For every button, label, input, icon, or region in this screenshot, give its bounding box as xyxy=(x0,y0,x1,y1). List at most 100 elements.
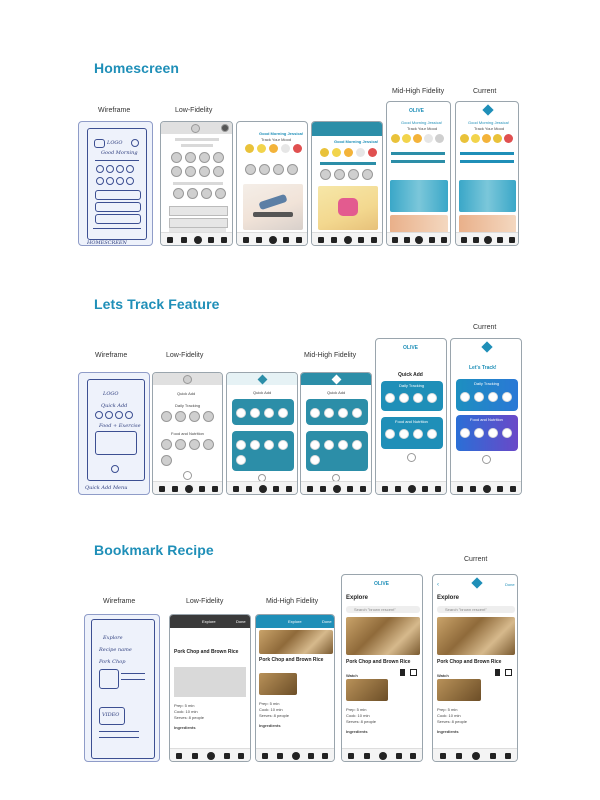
food-option-icon[interactable] xyxy=(502,428,512,438)
explore-tab-icon[interactable] xyxy=(396,753,402,759)
home-tab-icon[interactable] xyxy=(243,237,249,243)
done-button[interactable]: Done xyxy=(236,619,246,624)
tracking-option-icon[interactable] xyxy=(264,408,274,418)
activity-icon[interactable] xyxy=(362,169,373,180)
mood-face-icon[interactable] xyxy=(293,144,302,153)
tracking-option-icon[interactable] xyxy=(310,408,320,418)
home-tab-icon[interactable] xyxy=(167,237,173,243)
stats-tab-icon[interactable] xyxy=(395,486,401,492)
profile-tab-icon[interactable] xyxy=(221,237,227,243)
profile-tab-icon[interactable] xyxy=(510,486,516,492)
tracking-option-icon[interactable] xyxy=(338,408,348,418)
tracking-option-icon[interactable] xyxy=(189,411,200,422)
stats-tab-icon[interactable] xyxy=(364,753,370,759)
add-tab-icon[interactable] xyxy=(259,485,267,493)
home-tab-icon[interactable] xyxy=(382,486,388,492)
food-option-icon[interactable] xyxy=(352,440,362,450)
add-tab-icon[interactable] xyxy=(269,236,277,244)
mood-face-icon[interactable] xyxy=(344,148,353,157)
mood-face-icon[interactable] xyxy=(245,144,254,153)
mood-face-icon[interactable] xyxy=(281,144,290,153)
stats-tab-icon[interactable] xyxy=(192,753,198,759)
food-option-icon[interactable] xyxy=(203,439,214,450)
add-tab-icon[interactable] xyxy=(333,485,341,493)
stats-tab-icon[interactable] xyxy=(456,753,462,759)
home-tab-icon[interactable] xyxy=(262,753,268,759)
explore-tab-icon[interactable] xyxy=(283,237,289,243)
profile-tab-icon[interactable] xyxy=(441,237,447,243)
activity-icon[interactable] xyxy=(259,164,270,175)
mood-face-icon[interactable] xyxy=(257,144,266,153)
explore-tab-icon[interactable] xyxy=(224,753,230,759)
add-tab-icon[interactable] xyxy=(415,236,423,244)
tracking-option-icon[interactable] xyxy=(324,408,334,418)
explore-tab-icon[interactable] xyxy=(422,486,428,492)
tracking-option-icon[interactable] xyxy=(460,392,470,402)
stats-tab-icon[interactable] xyxy=(246,486,252,492)
share-icon[interactable] xyxy=(410,669,417,676)
done-button[interactable]: Done xyxy=(322,619,332,624)
profile-tab-icon[interactable] xyxy=(212,486,218,492)
home-tab-icon[interactable] xyxy=(440,753,446,759)
home-tab-icon[interactable] xyxy=(307,486,313,492)
activity-icon[interactable] xyxy=(320,169,331,180)
food-option-icon[interactable] xyxy=(310,440,320,450)
stats-tab-icon[interactable] xyxy=(470,486,476,492)
tracking-option-icon[interactable] xyxy=(413,393,423,403)
mood-face-icon[interactable] xyxy=(332,148,341,157)
explore-tab-icon[interactable] xyxy=(308,753,314,759)
video-placeholder[interactable] xyxy=(174,667,246,697)
activity-icon[interactable] xyxy=(245,164,256,175)
activity-icon[interactable] xyxy=(273,164,284,175)
stats-tab-icon[interactable] xyxy=(320,486,326,492)
mood-face-icon[interactable] xyxy=(402,134,411,143)
tracking-option-icon[interactable] xyxy=(474,392,484,402)
stats-tab-icon[interactable] xyxy=(181,237,187,243)
tracking-option-icon[interactable] xyxy=(488,392,498,402)
profile-tab-icon[interactable] xyxy=(371,237,377,243)
profile-tab-icon[interactable] xyxy=(435,486,441,492)
tracking-option-icon[interactable] xyxy=(278,408,288,418)
mood-face-icon[interactable] xyxy=(368,148,377,157)
tracking-option-icon[interactable] xyxy=(175,411,186,422)
stats-tab-icon[interactable] xyxy=(172,486,178,492)
explore-tab-icon[interactable] xyxy=(429,237,435,243)
explore-tab-icon[interactable] xyxy=(497,486,503,492)
mood-face-icon[interactable] xyxy=(356,148,365,157)
close-icon[interactable] xyxy=(482,455,491,464)
food-option-icon[interactable] xyxy=(161,439,172,450)
explore-tab-icon[interactable] xyxy=(497,237,503,243)
mood-face-icon[interactable] xyxy=(435,134,444,143)
food-option-icon[interactable] xyxy=(460,428,470,438)
tracking-option-icon[interactable] xyxy=(352,408,362,418)
mood-face-icon[interactable] xyxy=(391,134,400,143)
close-icon[interactable] xyxy=(407,453,416,462)
home-tab-icon[interactable] xyxy=(392,237,398,243)
close-icon[interactable] xyxy=(183,471,192,480)
mood-face-icon[interactable] xyxy=(460,134,469,143)
bookmark-icon[interactable] xyxy=(400,669,405,676)
food-option-icon[interactable] xyxy=(488,428,498,438)
add-tab-icon[interactable] xyxy=(484,236,492,244)
home-tab-icon[interactable] xyxy=(176,753,182,759)
add-tab-icon[interactable] xyxy=(379,752,387,760)
profile-tab-icon[interactable] xyxy=(238,753,244,759)
food-option-icon[interactable] xyxy=(474,428,484,438)
video-thumbnail[interactable] xyxy=(437,679,481,701)
card-placeholder[interactable] xyxy=(169,206,228,216)
add-tab-icon[interactable] xyxy=(292,752,300,760)
add-tab-icon[interactable] xyxy=(472,752,480,760)
explore-tab-icon[interactable] xyxy=(358,237,364,243)
explore-tab-icon[interactable] xyxy=(199,486,205,492)
stats-tab-icon[interactable] xyxy=(277,753,283,759)
tracking-option-icon[interactable] xyxy=(250,408,260,418)
stats-tab-icon[interactable] xyxy=(331,237,337,243)
food-option-icon[interactable] xyxy=(236,455,246,465)
food-option-icon[interactable] xyxy=(324,440,334,450)
tracking-option-icon[interactable] xyxy=(203,411,214,422)
explore-tab-icon[interactable] xyxy=(273,486,279,492)
stats-tab-icon[interactable] xyxy=(404,237,410,243)
food-option-icon[interactable] xyxy=(250,440,260,450)
home-tab-icon[interactable] xyxy=(159,486,165,492)
profile-tab-icon[interactable] xyxy=(509,237,515,243)
